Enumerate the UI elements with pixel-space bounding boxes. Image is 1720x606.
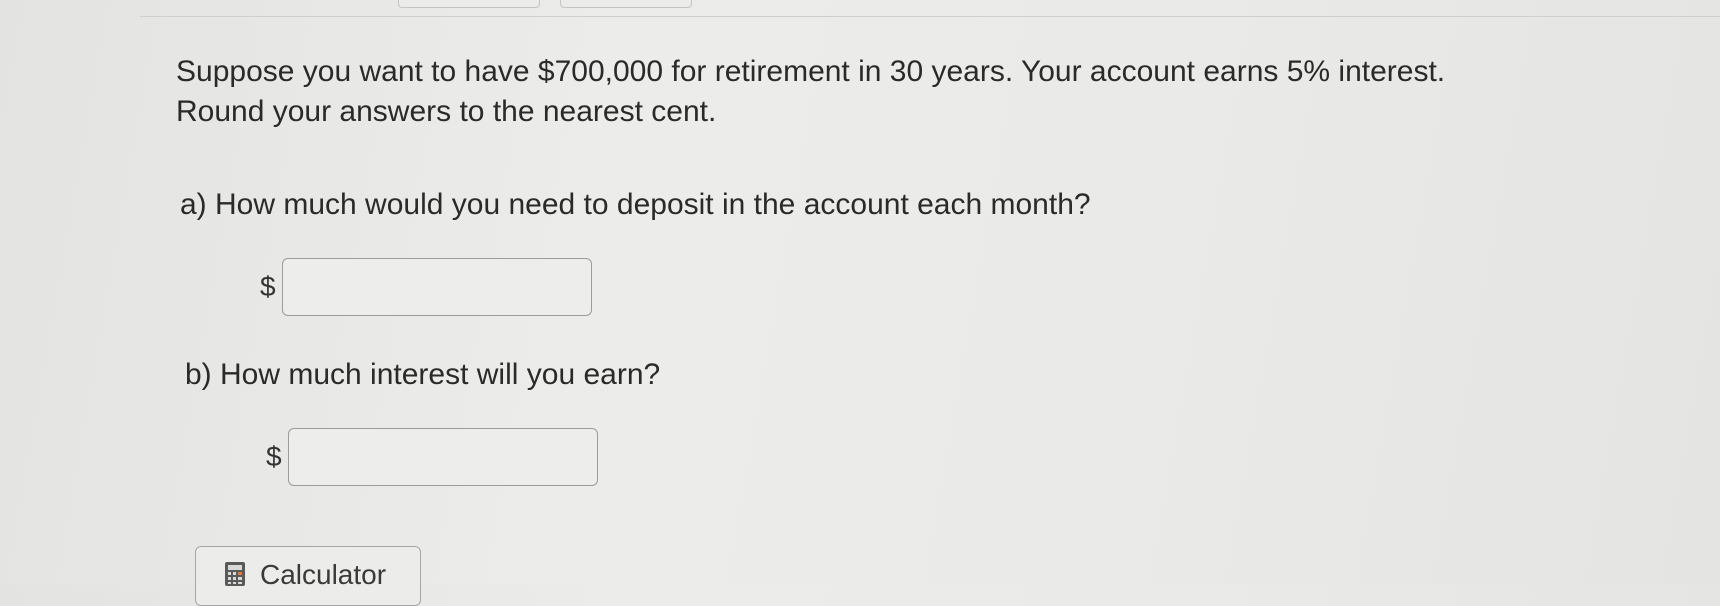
calculator-label: Calculator <box>260 559 387 590</box>
top-tab-right[interactable] <box>560 0 692 8</box>
part-b-answer: $ <box>266 428 598 486</box>
part-a-answer: $ <box>260 258 592 316</box>
question-text: Suppose you want to have $700,000 for re… <box>176 52 1576 132</box>
calculator-icon <box>224 561 246 587</box>
currency-symbol: $ <box>266 441 282 472</box>
header-divider <box>140 16 1720 17</box>
question-line-2: Round your answers to the nearest cent. <box>176 95 717 128</box>
question-line-1: Suppose you want to have $700,000 for re… <box>176 55 1446 88</box>
part-b-label: b) How much interest will you earn? <box>185 358 661 391</box>
currency-symbol: $ <box>260 271 276 302</box>
top-tab-left[interactable] <box>398 0 540 8</box>
calculator-button[interactable]: Calculator <box>195 546 421 606</box>
part-b-answer-input[interactable] <box>288 428 598 486</box>
part-a-answer-input[interactable] <box>282 258 592 316</box>
part-a-label: a) How much would you need to deposit in… <box>180 188 1091 221</box>
